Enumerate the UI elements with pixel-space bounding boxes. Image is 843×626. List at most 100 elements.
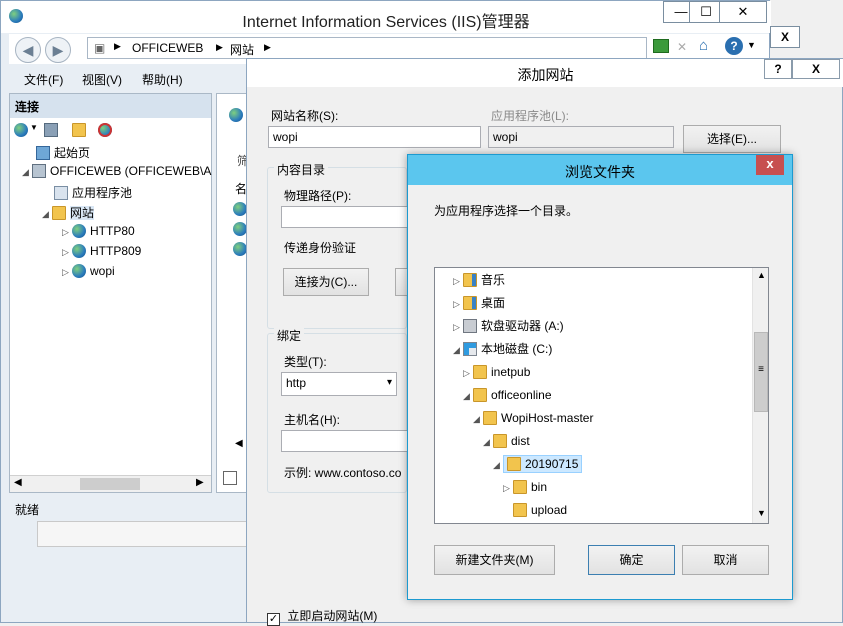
collapse-icon[interactable]: ◢ [22,167,32,178]
local-disk-icon [463,342,477,356]
folder-item-upload[interactable]: upload [513,500,567,520]
menu-view[interactable]: 视图(V) [82,71,122,88]
up-folder-icon[interactable] [72,123,90,137]
collapse-icon[interactable]: ◢ [453,340,463,360]
chevron-down-icon[interactable]: ▼ [747,40,756,50]
iis-window-title: Internet Information Services (IIS)管理器 [242,14,530,31]
tree-item-http80[interactable]: ▷ HTTP80 [62,224,135,244]
breadcrumb-sites[interactable]: 网站 [230,41,254,58]
folder-icon [52,206,66,220]
folder-icon [473,365,487,379]
tree-item-sites[interactable]: ◢ 网站 [42,204,95,224]
folder-item-floppy[interactable]: ▷ 软盘驱动器 (A:) [453,316,564,336]
background-close-button[interactable]: X [770,26,800,48]
cancel-button[interactable]: 取消 [682,545,769,575]
back-button[interactable]: ◀ [15,37,41,63]
scroll-right-icon[interactable]: ▶ [196,477,204,488]
connections-horizontal-scrollbar[interactable]: ◀ ▶ [10,475,211,492]
breadcrumb-server[interactable]: OFFICEWEB [132,41,203,55]
globe-icon [72,224,86,238]
disconnect-icon[interactable] [98,123,116,137]
folder-item-20190715[interactable]: ◢ 20190715 [493,454,583,475]
expand-icon[interactable]: ▷ [62,247,72,258]
scroll-down-icon[interactable]: ▼ [757,508,766,518]
expand-icon[interactable]: ▷ [62,227,72,238]
server-icon [32,164,46,178]
type-select[interactable]: http ▾ [281,372,397,396]
expand-icon[interactable]: ▷ [453,294,463,314]
forward-button[interactable]: ▶ [45,37,71,63]
stop-icon[interactable]: ✕ [677,40,687,54]
scroll-left-icon[interactable]: ◀ [235,438,243,449]
folder-item-officeonline[interactable]: ◢ officeonline [463,385,552,405]
folder-item-desktop[interactable]: ▷ 桌面 [453,293,505,313]
host-name-input[interactable] [281,430,411,452]
address-bar[interactable]: ▣ ▶ OFFICEWEB ▶ 网站 ▶ [87,37,647,59]
folder-icon [473,388,487,402]
folder-item-bin[interactable]: ▷ bin [503,477,547,497]
refresh-icon[interactable] [653,39,669,53]
binding-label: 绑定 [274,327,305,344]
menu-help[interactable]: 帮助(H) [142,71,183,88]
help-button[interactable]: ? [764,59,792,79]
folder-icon [507,457,521,471]
tree-item-app-pools[interactable]: 应用程序池 [54,184,132,204]
folder-icon [513,480,527,494]
expand-icon[interactable]: ▷ [453,271,463,291]
folder-tree[interactable]: ▷ 音乐 ▷ 桌面 ▷ 软盘驱动器 (A:) ◢ 本地磁盘 (C:) ▷ inetpub … [434,267,769,524]
chevron-down-icon[interactable]: ▼ [30,123,38,132]
browse-folder-dialog: 浏览文件夹 x 为应用程序选择一个目录。 ▷ 音乐 ▷ 桌面 ▷ 软盘驱动器 (A:)… [407,154,793,600]
folder-item-music[interactable]: ▷ 音乐 [453,270,505,290]
scroll-up-icon[interactable]: ▲ [757,270,766,280]
view-icon[interactable] [223,471,237,485]
content-directory-label: 内容目录 [274,161,329,178]
tree-item-http809[interactable]: ▷ HTTP809 [62,244,141,264]
physical-path-label: 物理路径(P): [284,189,352,203]
connections-header: 连接 [10,94,211,118]
new-folder-button[interactable]: 新建文件夹(M) [434,545,555,575]
status-bar: 就绪 [9,495,247,519]
collapse-icon[interactable]: ◢ [493,455,503,475]
collapse-icon[interactable]: ◢ [483,432,493,452]
connect-as-button[interactable]: 连接为(C)... [283,268,369,296]
close-button[interactable]: ✕ [719,1,767,23]
maximize-button[interactable]: ☐ [689,1,723,23]
home-icon[interactable]: ⌂ [699,37,708,54]
selected-folder[interactable]: 20190715 [503,455,583,473]
folder-item-wopihost-master[interactable]: ◢ WopiHost-master [473,408,593,428]
collapse-icon[interactable]: ◢ [473,409,483,429]
start-now-checkbox[interactable]: ✓ [267,613,280,626]
folder-item-dist[interactable]: ◢ dist [483,431,530,451]
collapse-icon[interactable]: ◢ [42,209,52,220]
scroll-left-icon[interactable]: ◀ [14,477,22,488]
start-now-checkbox-row[interactable]: ✓ 立即启动网站(M) [267,607,377,626]
scroll-thumb[interactable]: ≡ [754,332,768,412]
browse-title: 浏览文件夹 [565,164,635,180]
app-pool-input: wopi [488,126,674,148]
physical-path-input[interactable] [281,206,411,228]
expand-icon[interactable]: ▷ [62,267,72,278]
expand-icon[interactable]: ▷ [453,317,463,337]
site-name-input[interactable]: wopi [268,126,481,148]
folder-tree-scrollbar[interactable]: ▲ ≡ ▼ [752,268,768,523]
collapse-icon[interactable]: ◢ [463,386,473,406]
address-icon: ▣ [94,41,106,55]
expand-icon[interactable]: ▷ [463,363,473,383]
example-text: 示例: www.contoso.co [284,466,402,480]
select-app-pool-button[interactable]: 选择(E)... [683,125,781,153]
add-website-title: 添加网站 [517,67,574,83]
save-icon[interactable] [44,123,58,137]
ok-button[interactable]: 确定 [588,545,675,575]
dialog-close-button[interactable]: X [792,59,840,79]
tree-item-start-page[interactable]: 起始页 [36,144,90,164]
help-icon[interactable]: ? [725,37,743,55]
folder-item-inetpub[interactable]: ▷ inetpub [463,362,530,382]
browse-close-button[interactable]: x [756,155,784,175]
folder-item-local-disk[interactable]: ◢ 本地磁盘 (C:) [453,339,552,359]
tree-item-server[interactable]: ◢ OFFICEWEB (OFFICEWEB\A [22,164,211,184]
expand-icon[interactable]: ▷ [503,478,513,498]
features-panel: 筛 名 ◀ [216,93,249,493]
tree-item-wopi[interactable]: ▷ wopi [62,264,115,284]
scroll-thumb[interactable] [80,478,140,490]
menu-file[interactable]: 文件(F) [24,71,63,88]
